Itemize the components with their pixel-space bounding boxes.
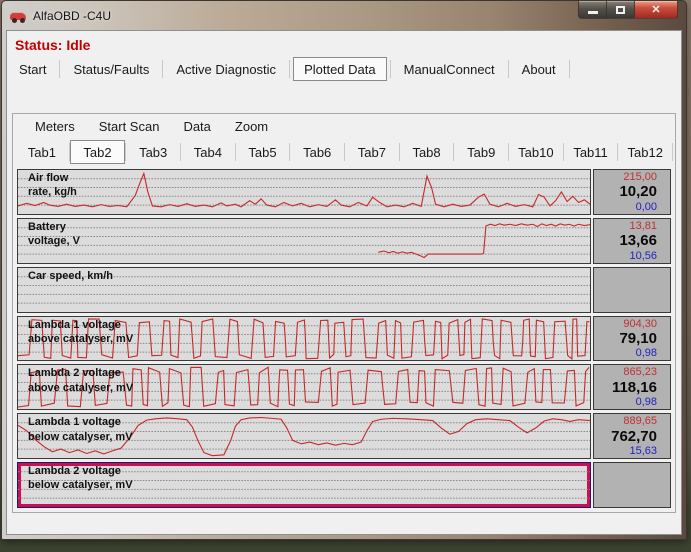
value-cell-car-speed-km-h	[593, 266, 671, 313]
toolbar-item-data[interactable]: Data	[171, 117, 222, 136]
plot-label-line2: below catalyser, mV	[28, 430, 133, 443]
plot-area-lambda-1-voltage-below-catalyser-mv[interactable]: Lambda 1 voltage below catalyser, mV	[17, 413, 591, 460]
tab-tab8[interactable]: Tab8	[400, 140, 454, 164]
max-value: 889,65	[623, 415, 657, 428]
min-value: 0,98	[635, 396, 657, 409]
minimize-button[interactable]	[578, 1, 607, 19]
maximize-button[interactable]	[607, 1, 634, 19]
value-cell-lambda-1-voltage-below-catalyser-mv: 889,65 762,70 15,63	[593, 413, 671, 460]
minimize-icon	[587, 11, 598, 14]
tab-tab7[interactable]: Tab7	[345, 140, 399, 164]
app-window: AlfaOBD -C4U ✕ Status: Idle Start Status/…	[1, 0, 687, 540]
plot-label-line2: above catalyser, mV	[28, 332, 134, 345]
menu-item-manualconnect[interactable]: ManualConnect	[394, 57, 505, 81]
min-value: 0,98	[635, 347, 657, 360]
tab-tab4[interactable]: Tab4	[181, 140, 235, 164]
plot-label-battery-voltage-v: Battery voltage, V	[28, 220, 80, 249]
menu-item-about[interactable]: About	[512, 57, 566, 81]
signal-trace	[18, 174, 590, 207]
plot-area-lambda-1-voltage-above-catalyser-mv[interactable]: Lambda 1 voltage above catalyser, mV	[17, 315, 591, 362]
min-value: 15,63	[629, 445, 657, 458]
current-value: 118,16	[611, 378, 657, 396]
plot-toolbar: Meters Start Scan Data Zoom	[13, 114, 675, 139]
plot-label-line1: Lambda 2 voltage	[28, 465, 121, 478]
plot-label-line2: rate, kg/h	[28, 186, 77, 199]
title-bar[interactable]: AlfaOBD -C4U ✕	[2, 1, 686, 30]
menu-separator	[289, 60, 291, 78]
plot-area-air-flow-rate-kg-h[interactable]: Air flow rate, kg/h	[17, 169, 591, 215]
plot-area-battery-voltage-v[interactable]: Battery voltage, V	[17, 217, 591, 264]
plot-label-line2: below catalyser, mV	[28, 479, 133, 492]
current-value: 10,20	[619, 183, 657, 201]
current-value: 13,66	[619, 232, 657, 250]
plot-label-line1: Lambda 2 voltage	[28, 367, 121, 380]
menu-item-plotted-data[interactable]: Plotted Data	[293, 57, 387, 81]
tab-tab10[interactable]: Tab10	[509, 140, 563, 164]
plot-area-lambda-2-voltage-below-catalyser-mv[interactable]: Lambda 2 voltage below catalyser, mV	[17, 462, 591, 508]
plot-label-air-flow-rate-kg-h: Air flow rate, kg/h	[28, 171, 77, 200]
menu-item-status-faults[interactable]: Status/Faults	[63, 57, 159, 81]
close-icon: ✕	[651, 4, 661, 16]
max-value: 904,30	[623, 317, 657, 330]
tab-tab3[interactable]: Tab3	[126, 140, 180, 164]
toolbar-item-start-scan[interactable]: Start Scan	[87, 117, 172, 136]
plot-label-line1: Lambda 1 voltage	[28, 416, 121, 429]
current-value: 762,70	[611, 427, 657, 445]
plot-label-line1: Lambda 1 voltage	[28, 318, 121, 331]
plot-label-lambda-2-voltage-above-catalyser-mv: Lambda 2 voltage above catalyser, mV	[28, 366, 133, 395]
tab-tab11[interactable]: Tab11	[564, 140, 618, 164]
app-car-icon	[10, 9, 27, 23]
plot-label-line2: above catalyser, mV	[28, 381, 134, 394]
plot-area-lambda-2-voltage-above-catalyser-mv[interactable]: Lambda 2 voltage above catalyser, mV	[17, 364, 591, 411]
plot-label-line2: voltage, V	[28, 235, 80, 248]
tab-tab6[interactable]: Tab6	[290, 140, 344, 164]
value-cell-lambda-2-voltage-below-catalyser-mv	[593, 462, 671, 508]
current-value: 79,10	[619, 329, 657, 347]
menu-item-active-diagnostic[interactable]: Active Diagnostic	[166, 57, 286, 81]
tab-tab2[interactable]: Tab2	[69, 140, 126, 164]
tab-tab12[interactable]: Tab12	[618, 140, 672, 164]
plot-label-car-speed-km-h: Car speed, km/h	[28, 269, 113, 283]
value-cell-lambda-1-voltage-above-catalyser-mv: 904,30 79,10 0,98	[593, 315, 671, 362]
signal-trace	[378, 224, 590, 258]
window-title: AlfaOBD -C4U	[33, 8, 112, 23]
plot-label-line1: Car speed, km/h	[28, 269, 113, 282]
toolbar-item-zoom[interactable]: Zoom	[223, 117, 280, 136]
main-menubar: Start Status/Faults Active Diagnostic Plott…	[7, 56, 681, 82]
menu-item-start[interactable]: Start	[9, 57, 56, 81]
menu-separator	[389, 60, 391, 78]
menu-separator	[507, 60, 509, 78]
plotted-data-panel: Meters Start Scan Data Zoom Tab1 Tab2 Tab3 Tab…	[12, 113, 676, 513]
plot-label-lambda-2-voltage-below-catalyser-mv: Lambda 2 voltage below catalyser, mV	[28, 464, 133, 493]
max-value: 215,00	[623, 171, 657, 183]
value-cell-air-flow-rate-kg-h: 215,00 10,20 0,00	[593, 169, 671, 215]
tab-tab1[interactable]: Tab1	[15, 140, 69, 164]
window-content: Status: Idle Start Status/Faults Active Di…	[6, 30, 682, 535]
plot-grid: Air flow rate, kg/h 215,00 10,20 0,00 Battery…	[17, 169, 671, 508]
tab-separator	[672, 143, 674, 161]
plot-area-car-speed-km-h[interactable]: Car speed, km/h	[17, 266, 591, 313]
min-value: 0,00	[635, 200, 657, 213]
tab-tab5[interactable]: Tab5	[236, 140, 290, 164]
maximize-icon	[616, 5, 625, 14]
menu-separator	[59, 60, 61, 78]
tab-bar: Tab1 Tab2 Tab3 Tab4 Tab5 Tab6 Tab7 Tab8 Tab9 Tab1…	[13, 139, 675, 165]
plot-label-lambda-1-voltage-below-catalyser-mv: Lambda 1 voltage below catalyser, mV	[28, 415, 133, 444]
plot-label-lambda-1-voltage-above-catalyser-mv: Lambda 1 voltage above catalyser, mV	[28, 318, 133, 347]
tab-tab9[interactable]: Tab9	[454, 140, 508, 164]
menu-separator	[162, 60, 164, 78]
menu-separator	[568, 60, 570, 78]
max-value: 13,81	[629, 219, 657, 232]
plot-label-line1: Air flow	[28, 172, 69, 184]
value-cell-battery-voltage-v: 13,81 13,66 10,56	[593, 217, 671, 264]
toolbar-item-meters[interactable]: Meters	[23, 117, 87, 136]
status-text: Status: Idle	[15, 36, 91, 53]
value-cell-lambda-2-voltage-above-catalyser-mv: 865,23 118,16 0,98	[593, 364, 671, 411]
max-value: 865,23	[623, 366, 657, 379]
min-value: 10,56	[629, 249, 657, 262]
close-button[interactable]: ✕	[634, 1, 678, 19]
plot-label-line1: Battery	[28, 220, 66, 233]
